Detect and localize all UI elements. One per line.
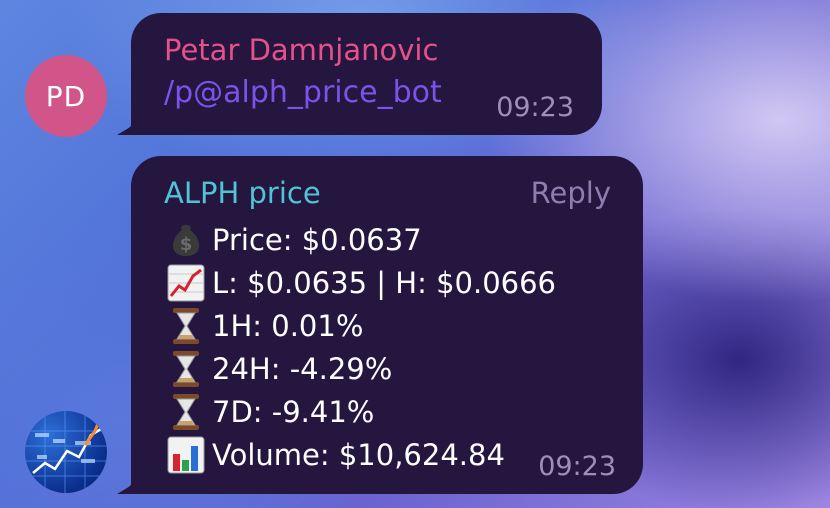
svg-text:$: $ bbox=[180, 234, 193, 255]
message-bubble-bot[interactable]: ALPH price Reply $ Price: $0.0637 L: $0.… bbox=[131, 156, 643, 494]
price-line: $ Price: $0.0637 bbox=[164, 218, 556, 261]
hourglass-icon bbox=[164, 350, 208, 388]
price-text: Price: $0.0637 bbox=[212, 222, 422, 257]
change-24h-text: 24H: -4.29% bbox=[212, 351, 393, 386]
bot-command-link[interactable]: /p@alph_price_bot bbox=[164, 75, 442, 110]
message-bubble-user[interactable]: Petar Damnjanovic /p@alph_price_bot 09:2… bbox=[131, 13, 602, 135]
hourglass-icon bbox=[164, 307, 208, 345]
reply-button[interactable]: Reply bbox=[531, 176, 611, 210]
user-avatar[interactable]: PD bbox=[25, 55, 107, 137]
stock-chart-avatar-icon bbox=[25, 411, 107, 493]
volume-text: Volume: $10,624.84 bbox=[212, 437, 505, 472]
bot-avatar[interactable] bbox=[25, 411, 107, 493]
message-time: 09:23 bbox=[496, 92, 574, 123]
change-1h-line: 1H: 0.01% bbox=[164, 304, 556, 347]
message-time: 09:23 bbox=[538, 451, 616, 482]
low-high-text: L: $0.0635 | H: $0.0666 bbox=[212, 265, 556, 300]
volume-line: Volume: $10,624.84 bbox=[164, 433, 556, 476]
bar-chart-icon bbox=[164, 436, 208, 474]
chart-increasing-icon bbox=[164, 264, 208, 302]
sender-name[interactable]: Petar Damnjanovic bbox=[164, 33, 438, 67]
change-7d-line: 7D: -9.41% bbox=[164, 390, 556, 433]
hourglass-icon bbox=[164, 393, 208, 431]
change-7d-text: 7D: -9.41% bbox=[212, 394, 375, 429]
money-bag-icon: $ bbox=[164, 221, 208, 259]
bot-message-title: ALPH price bbox=[164, 176, 321, 210]
change-24h-line: 24H: -4.29% bbox=[164, 347, 556, 390]
change-1h-text: 1H: 0.01% bbox=[212, 308, 364, 343]
low-high-line: L: $0.0635 | H: $0.0666 bbox=[164, 261, 556, 304]
avatar-initials: PD bbox=[45, 79, 87, 113]
